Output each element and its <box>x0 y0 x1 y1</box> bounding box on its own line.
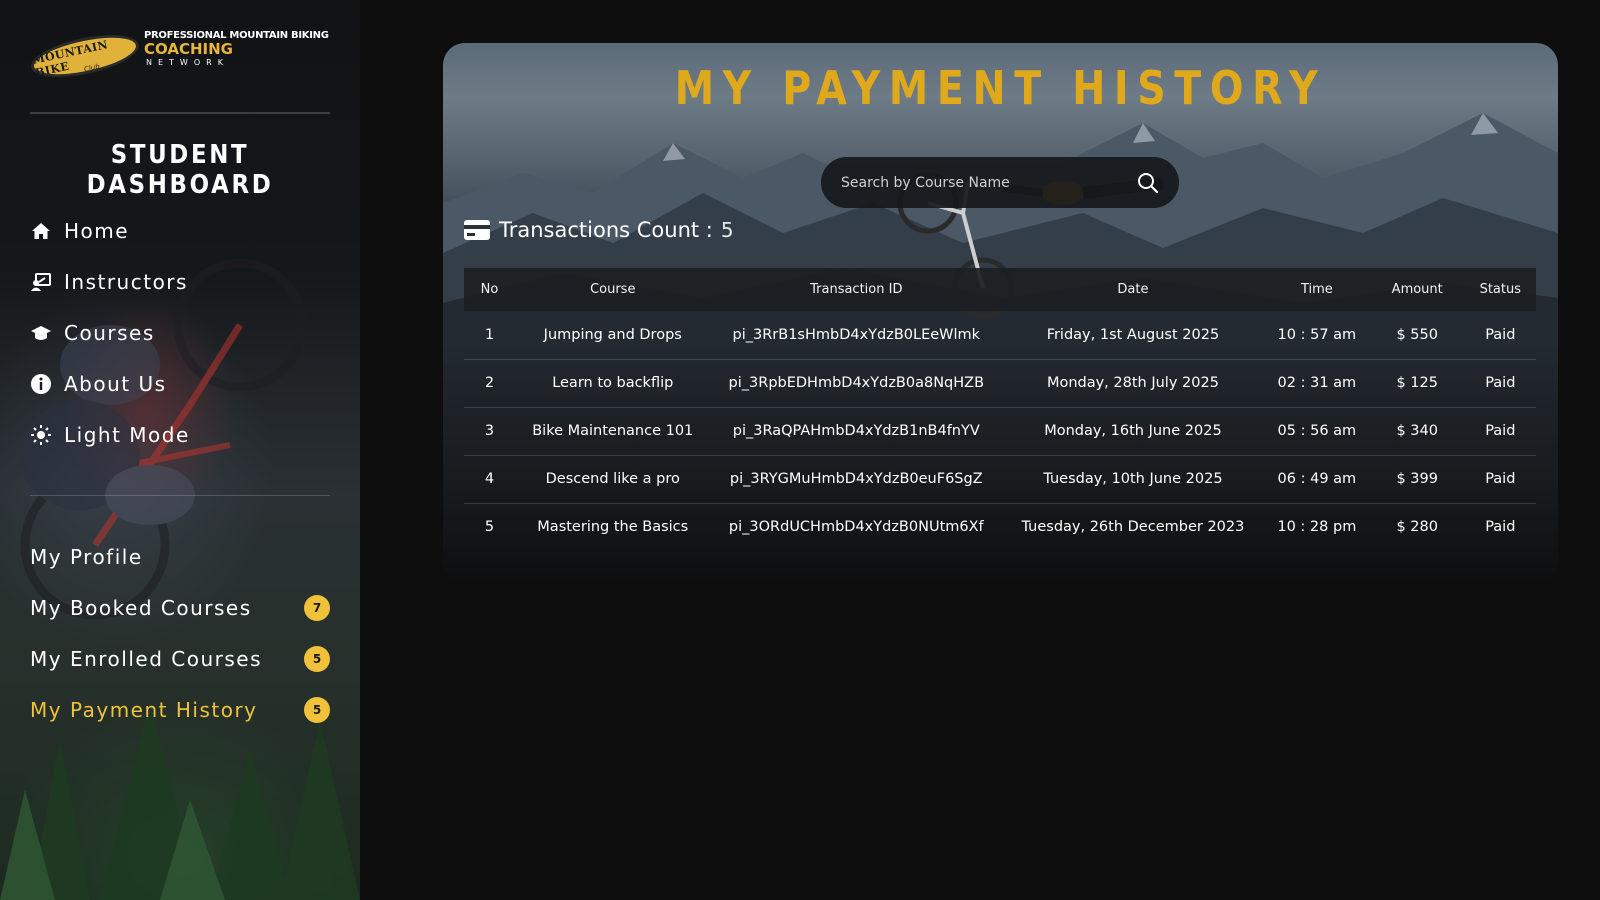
nav-item-home[interactable]: Home <box>30 205 190 256</box>
col-header-date: Date <box>1117 282 1149 297</box>
cell-time: 10 : 28 pm <box>1277 519 1357 536</box>
nav-label-courses: Courses <box>64 320 155 345</box>
nav-item-instructors[interactable]: Instructors <box>30 256 190 307</box>
cell-time: 02 : 31 am <box>1263 359 1370 408</box>
nav-label-light-mode: Light Mode <box>64 422 190 447</box>
cell-no: 4 <box>464 455 515 504</box>
cell-amount: $ 550 <box>1369 311 1465 360</box>
nav-label-about-us: About Us <box>64 371 167 396</box>
cell-status: Paid <box>1485 519 1516 536</box>
cell-time: 06 : 49 am <box>1263 455 1370 504</box>
sidebar-divider-middle <box>30 495 330 496</box>
cell-transaction-id: pi_3ORdUCHmbD4xYdzB0NUtm6Xf <box>728 519 984 536</box>
table-header-row: No Course Transaction ID Date Time Amoun… <box>464 268 1536 311</box>
nav-item-my-booked-courses[interactable]: My Booked Courses 7 <box>30 582 330 633</box>
table-row[interactable]: 5 Mastering the Basics pi_3ORdUCHmbD4xYd… <box>464 503 1536 551</box>
cell-date: Friday, 1st August 2025 <box>1002 311 1264 360</box>
transactions-table: No Course Transaction ID Date Time Amoun… <box>464 268 1536 551</box>
col-header-transaction-id: Transaction ID <box>810 282 903 297</box>
transactions-count: Transactions Count : 5 <box>464 218 734 242</box>
logo-line-2: COACHING <box>144 40 233 58</box>
nav-item-light-mode[interactable]: Light Mode <box>30 409 190 460</box>
credit-card-icon <box>464 220 490 240</box>
sun-icon <box>30 424 52 446</box>
cell-amount: $ 280 <box>1396 519 1438 536</box>
cell-date: Monday, 16th June 2025 <box>1002 407 1264 456</box>
cell-no: 5 <box>484 519 495 536</box>
sidebar: MOUNTAIN BIKE Club PROFESSIONAL MOUNTAIN… <box>0 0 360 900</box>
nav-label-my-enrolled-courses: My Enrolled Courses <box>30 646 262 671</box>
home-icon <box>30 220 52 242</box>
col-header-course: Course <box>590 282 636 297</box>
cell-time: 10 : 57 am <box>1263 311 1370 360</box>
nav-item-about-us[interactable]: About Us <box>30 358 190 409</box>
sidebar-divider-top <box>30 112 330 114</box>
nav-label-my-payment-history: My Payment History <box>30 697 258 722</box>
cell-status: Paid <box>1464 311 1536 360</box>
cell-transaction-id: pi_3RYGMuHmbD4xYdzB0euF6SgZ <box>710 455 1002 504</box>
table-row[interactable]: 3 Bike Maintenance 101 pi_3RaQPAHmbD4xYd… <box>464 407 1536 456</box>
booked-courses-count-badge: 7 <box>304 594 330 621</box>
enrolled-courses-count-badge: 5 <box>304 645 330 672</box>
brand-logo[interactable]: MOUNTAIN BIKE Club PROFESSIONAL MOUNTAIN… <box>27 26 330 86</box>
logo-badge-sub: Club <box>83 62 101 74</box>
cell-no: 3 <box>464 407 515 456</box>
cell-course: Mastering the Basics <box>537 519 689 536</box>
instructor-icon <box>30 271 52 293</box>
search-bar <box>821 157 1179 208</box>
table-row[interactable]: 2 Learn to backflip pi_3RpbEDHmbD4xYdzB0… <box>464 359 1536 408</box>
cell-status: Paid <box>1464 455 1536 504</box>
primary-nav: Home Instructors Courses About Us Light … <box>30 205 190 460</box>
nav-label-my-profile: My Profile <box>30 544 143 569</box>
search-input[interactable] <box>841 174 1137 191</box>
cell-no: 2 <box>464 359 515 408</box>
cell-amount: $ 340 <box>1369 407 1465 456</box>
nav-item-my-profile[interactable]: My Profile <box>30 531 330 582</box>
col-header-status: Status <box>1479 282 1522 297</box>
logo-badge: MOUNTAIN BIKE <box>27 26 143 86</box>
cell-date: Tuesday, 10th June 2025 <box>1002 455 1264 504</box>
nav-label-instructors: Instructors <box>64 269 188 294</box>
transactions-count-label: Transactions Count : <box>499 218 713 242</box>
table-row[interactable]: 1 Jumping and Drops pi_3RrB1sHmbD4xYdzB0… <box>464 311 1536 360</box>
cell-time: 05 : 56 am <box>1263 407 1370 456</box>
cell-no: 1 <box>464 311 515 360</box>
cell-status: Paid <box>1464 359 1536 408</box>
col-header-time: Time <box>1300 282 1333 297</box>
cell-amount: $ 125 <box>1369 359 1465 408</box>
cell-transaction-id: pi_3RrB1sHmbD4xYdzB0LEeWlmk <box>710 311 1002 360</box>
search-icon[interactable] <box>1137 172 1159 194</box>
nav-item-courses[interactable]: Courses <box>30 307 190 358</box>
info-icon <box>30 373 52 395</box>
nav-item-my-payment-history[interactable]: My Payment History 5 <box>30 684 330 735</box>
table-row[interactable]: 4 Descend like a pro pi_3RYGMuHmbD4xYdzB… <box>464 455 1536 504</box>
logo-line-3: NETWORK <box>146 58 229 67</box>
cell-date: Monday, 28th July 2025 <box>1002 359 1264 408</box>
payment-history-count-badge: 5 <box>304 696 330 723</box>
dashboard-title: STUDENT DASHBOARD <box>86 140 274 200</box>
cell-status: Paid <box>1464 407 1536 456</box>
nav-label-my-booked-courses: My Booked Courses <box>30 595 252 620</box>
cell-transaction-id: pi_3RaQPAHmbD4xYdzB1nB4fnYV <box>710 407 1002 456</box>
cell-course: Bike Maintenance 101 <box>514 407 711 456</box>
cell-course: Learn to backflip <box>514 359 711 408</box>
account-nav: My Profile My Booked Courses 7 My Enroll… <box>30 531 330 735</box>
nav-label-home: Home <box>64 218 130 243</box>
graduation-cap-icon <box>30 322 52 344</box>
cell-transaction-id: pi_3RpbEDHmbD4xYdzB0a8NqHZB <box>710 359 1002 408</box>
cell-course: Jumping and Drops <box>514 311 711 360</box>
transactions-count-value: 5 <box>720 218 734 242</box>
cell-amount: $ 399 <box>1369 455 1465 504</box>
nav-item-my-enrolled-courses[interactable]: My Enrolled Courses 5 <box>30 633 330 684</box>
page-title: MY PAYMENT HISTORY <box>674 61 1327 115</box>
col-header-no: No <box>480 282 499 297</box>
cell-course: Descend like a pro <box>514 455 711 504</box>
col-header-amount: Amount <box>1391 282 1443 297</box>
cell-date: Tuesday, 26th December 2023 <box>1021 519 1245 536</box>
payment-history-card: MY PAYMENT HISTORY Transactions Count : … <box>443 43 1558 583</box>
